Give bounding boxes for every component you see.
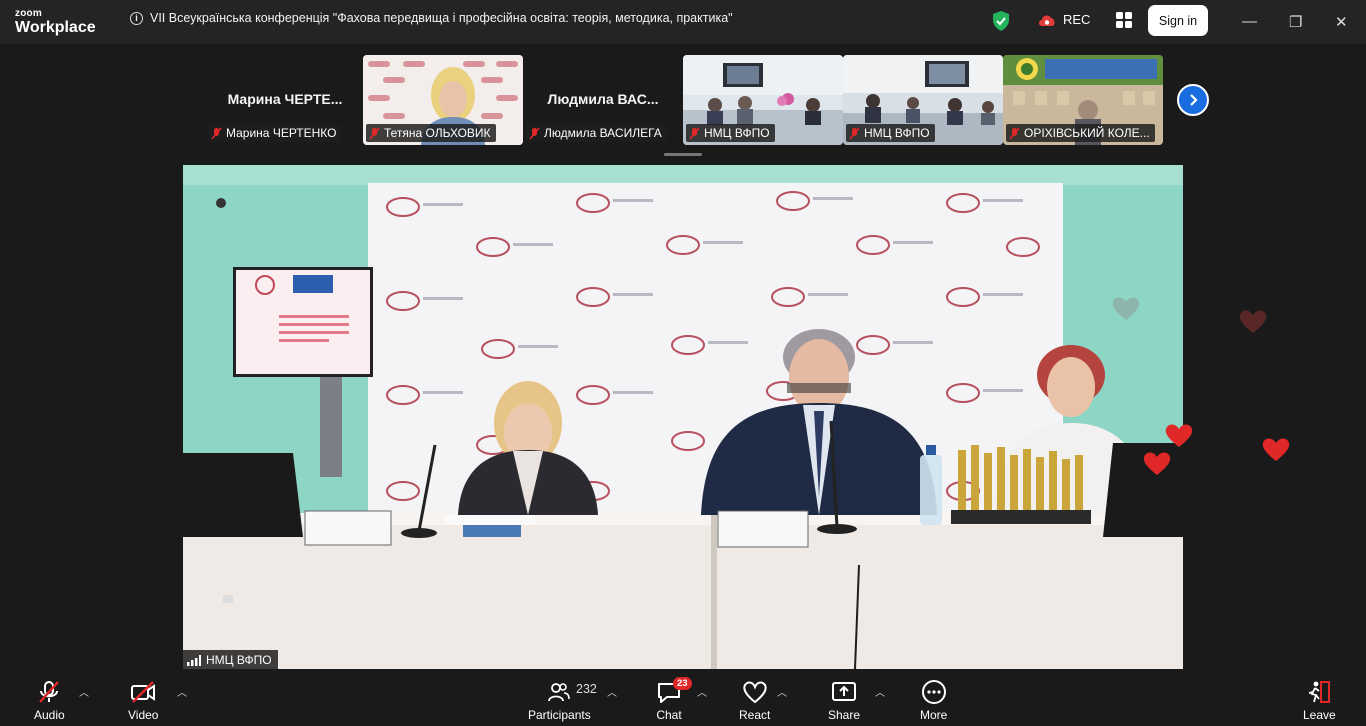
heart-icon	[742, 681, 767, 704]
react-options-caret[interactable]: ︿	[777, 684, 787, 699]
participant-label: Тетяна ОЛЬХОВИК	[366, 124, 496, 142]
mic-muted-icon	[1009, 126, 1020, 140]
participant-label: НМЦ ВФПО	[686, 124, 775, 142]
mic-muted-icon	[689, 126, 700, 140]
share-label: Share	[828, 708, 861, 722]
video-options-caret[interactable]: ︿	[177, 684, 187, 699]
mic-muted-icon	[211, 126, 222, 140]
heart-reaction-icon	[1143, 452, 1171, 475]
minimize-button[interactable]: —	[1242, 13, 1257, 30]
meeting-title-text: VII Всеукраїнська конференція "Фахова пе…	[150, 11, 733, 25]
chat-label: Chat	[656, 708, 682, 722]
chevron-right-icon	[1190, 94, 1198, 106]
participant-name: Марина ЧЕРТЕНКО	[226, 126, 337, 140]
participants-icon	[548, 683, 571, 702]
info-icon[interactable]: i	[130, 11, 143, 25]
mic-muted-icon	[849, 126, 860, 140]
share-button[interactable]: Share	[828, 678, 860, 722]
heart-reaction-icon	[1165, 424, 1193, 447]
encryption-shield-icon[interactable]	[991, 10, 1011, 32]
active-speaker-video[interactable]	[183, 165, 1183, 669]
participant-name: ОРІХІВСЬКИЙ КОЛЕ...	[1024, 126, 1150, 140]
participant-name: Людмила ВАСИЛЕГА	[544, 126, 662, 140]
main-video-label: НМЦ ВФПО	[183, 650, 278, 670]
apps-grid-icon[interactable]	[1115, 11, 1133, 29]
more-label: More	[920, 708, 948, 722]
more-dots-icon	[921, 680, 946, 704]
participant-tile[interactable]: Марина ЧЕРТЕ... Марина ЧЕРТЕНКО	[205, 55, 365, 145]
audio-label: Audio	[34, 708, 65, 722]
heart-reaction-icon	[1239, 310, 1267, 333]
mic-muted-icon	[39, 681, 60, 703]
logo-brand-bottom: Workplace	[15, 19, 96, 36]
participant-tile[interactable]: ОРІХІВСЬКИЙ КОЛЕ...	[1003, 55, 1163, 145]
filmstrip-resize-handle[interactable]	[664, 153, 702, 156]
heart-reaction-icon	[1262, 438, 1290, 461]
participant-name: НМЦ ВФПО	[704, 126, 770, 140]
main-video-name: НМЦ ВФПО	[206, 653, 272, 667]
mic-muted-icon	[529, 126, 540, 140]
close-button[interactable]: ✕	[1335, 13, 1348, 31]
participant-tile[interactable]: НМЦ ВФПО	[843, 55, 1003, 145]
participant-label: ОРІХІВСЬКИЙ КОЛЕ...	[1006, 124, 1155, 142]
participant-display-name: Марина ЧЕРТЕ...	[227, 91, 343, 107]
participant-tile[interactable]: НМЦ ВФПО	[683, 55, 843, 145]
sign-in-button[interactable]: Sign in	[1148, 5, 1208, 36]
leave-button[interactable]: Leave	[1303, 678, 1336, 722]
restore-button[interactable]: ❐	[1289, 13, 1302, 31]
more-button[interactable]: More	[920, 678, 947, 722]
cloud-record-icon	[1039, 15, 1055, 26]
participant-label: Марина ЧЕРТЕНКО	[208, 124, 342, 142]
participants-count: 232	[576, 682, 597, 696]
logo-brand-top: zoom	[15, 8, 42, 19]
audio-button[interactable]: Audio	[34, 678, 65, 722]
react-label: React	[739, 708, 771, 722]
leave-label: Leave	[1303, 708, 1336, 722]
camera-off-icon	[131, 681, 156, 703]
rec-label: REC	[1063, 12, 1091, 27]
app-logo: zoom Workplace	[15, 9, 96, 36]
participant-tile[interactable]: Тетяна ОЛЬХОВИК	[363, 55, 523, 145]
chat-options-caret[interactable]: ︿	[697, 684, 707, 699]
participants-options-caret[interactable]: ︿	[607, 684, 617, 699]
meeting-toolbar: Audio ︿ Video ︿ Participants 232 ︿ Chat …	[0, 670, 1366, 726]
filmstrip-next-button[interactable]	[1177, 84, 1209, 116]
conference-stage-scene	[183, 165, 1183, 669]
participant-tile[interactable]: Людмила ВАС... Людмила ВАСИЛЕГА	[523, 55, 683, 145]
participant-label: Людмила ВАСИЛЕГА	[526, 124, 667, 142]
participant-label: НМЦ ВФПО	[846, 124, 935, 142]
video-button[interactable]: Video	[128, 678, 158, 722]
video-label: Video	[128, 708, 159, 722]
share-screen-icon	[832, 682, 857, 701]
chat-unread-badge: 23	[673, 677, 692, 690]
participant-name: Тетяна ОЛЬХОВИК	[384, 126, 491, 140]
recording-indicator[interactable]: REC	[1037, 12, 1090, 27]
mic-muted-icon	[369, 126, 380, 140]
signal-strength-icon	[187, 654, 201, 666]
audio-options-caret[interactable]: ︿	[79, 684, 89, 699]
meeting-title[interactable]: i VII Всеукраїнська конференція "Фахова …	[130, 11, 733, 25]
participants-label: Participants	[528, 708, 591, 722]
title-bar: zoom Workplace i VII Всеукраїнська конфе…	[0, 0, 1366, 44]
participant-name: НМЦ ВФПО	[864, 126, 930, 140]
heart-reaction-icon	[1112, 297, 1140, 320]
react-button[interactable]: React	[739, 678, 770, 722]
share-options-caret[interactable]: ︿	[875, 684, 885, 699]
leave-door-icon	[1309, 681, 1331, 703]
participant-display-name: Людмила ВАС...	[547, 91, 659, 107]
